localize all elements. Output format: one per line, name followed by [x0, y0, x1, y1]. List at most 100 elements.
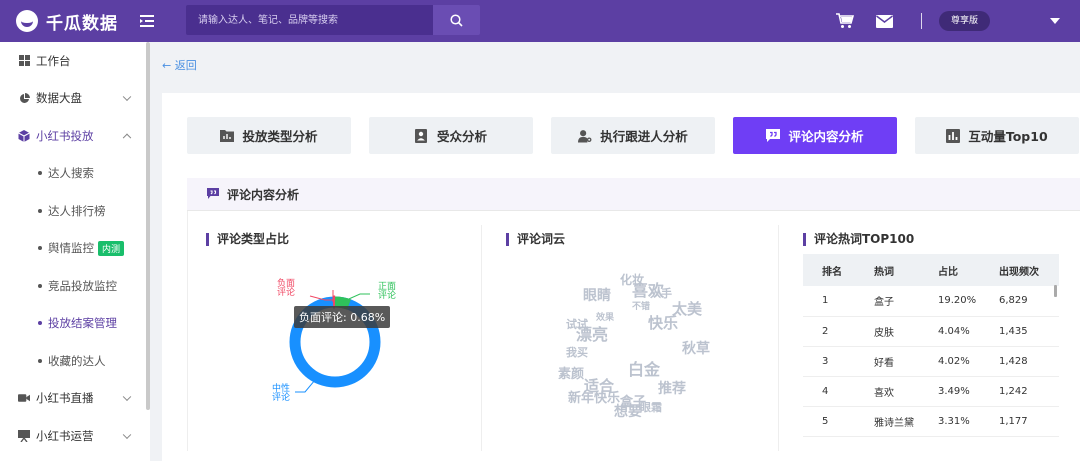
column-header[interactable]: 热词	[855, 254, 919, 286]
column-header[interactable]: 排名	[803, 254, 855, 286]
chevron-down-icon	[122, 430, 132, 439]
word-cell: 雅诗兰黛	[855, 406, 919, 437]
sidebar-item-label: 小红书运营	[36, 428, 94, 443]
cloud-word[interactable]: 白金	[628, 362, 660, 378]
sidebar: 工作台 数据大盘 小红书投放 达人搜索 达人排行榜 舆情监控 内测 竞品投放监控…	[0, 42, 150, 461]
arrow-left-icon: ←	[162, 59, 172, 72]
column-header[interactable]: 占比	[919, 254, 980, 286]
sidebar-item-label: 小红书直播	[36, 391, 94, 406]
tab-label: 互动量Top10	[968, 129, 1048, 144]
tab-executor[interactable]: 执行跟进人分析	[551, 117, 715, 154]
sidebar-sub-label: 竞品投放监控	[48, 278, 117, 293]
tab-comment-analysis[interactable]: 评论内容分析	[733, 117, 897, 154]
table-row[interactable]: 2 皮肤 4.04% 1,435	[803, 316, 1059, 347]
cloud-word[interactable]: 秋草	[682, 342, 710, 356]
tab-placement-type[interactable]: 投放类型分析	[187, 117, 351, 154]
cloud-word[interactable]: 漂亮	[576, 327, 608, 343]
cloud-word[interactable]: 效果	[596, 314, 614, 323]
analysis-tabs: 投放类型分析 受众分析 执行跟进人分析 评论内容分析 互动量Top10	[187, 117, 1080, 154]
count-cell: 6,829	[980, 286, 1059, 317]
sidebar-sub-favorites[interactable]: 收藏的达人	[0, 342, 150, 380]
sidebar-sub-campaign-report[interactable]: 投放结案管理	[0, 305, 150, 343]
word-cloud-title: 评论词云	[506, 233, 565, 246]
cloud-word[interactable]: 不错	[632, 303, 650, 312]
section-title: 评论内容分析	[227, 187, 300, 202]
back-link[interactable]: ← 返回	[162, 57, 197, 73]
brand-logo[interactable]: 千瓜数据	[16, 9, 128, 34]
sidebar-item-label: 数据大盘	[36, 91, 82, 106]
cloud-word[interactable]: 眼睛	[583, 289, 611, 303]
sidebar-item-dashboard[interactable]: 数据大盘	[0, 80, 150, 118]
search-bar	[186, 5, 480, 35]
tab-label: 投放类型分析	[242, 129, 318, 144]
sidebar-sub-kol-search[interactable]: 达人搜索	[0, 155, 150, 193]
sidebar-sub-sentiment[interactable]: 舆情监控 内测	[0, 230, 150, 268]
sidebar-item-xhs-ads[interactable]: 小红书投放	[0, 117, 150, 155]
sidebar-item-workbench[interactable]: 工作台	[0, 42, 150, 80]
menu-toggle-icon[interactable]	[137, 12, 157, 31]
sidebar-sub-competitor[interactable]: 竞品投放监控	[0, 267, 150, 305]
cloud-word[interactable]: 入手	[650, 288, 672, 299]
table-scrollbar[interactable]	[1054, 285, 1057, 297]
word-cell: 皮肤	[855, 316, 919, 347]
bullet-icon	[38, 246, 42, 251]
bullet-icon	[38, 358, 42, 363]
sidebar-item-xhs-live[interactable]: 小红书直播	[0, 380, 150, 418]
donut-tooltip: 负面评论: 0.68%	[294, 306, 391, 328]
bullet-icon	[38, 171, 42, 176]
rank-cell: 3	[803, 346, 855, 377]
mail-icon[interactable]	[873, 9, 897, 33]
table-row[interactable]: 1 盒子 19.20% 6,829	[803, 286, 1059, 317]
cloud-word[interactable]: 想要	[614, 405, 642, 419]
bullet-icon	[38, 208, 42, 213]
positive-slice[interactable]	[334, 296, 351, 310]
sidebar-sub-kol-ranking[interactable]: 达人排行榜	[0, 192, 150, 230]
vip-badge[interactable]: 尊享版	[938, 11, 990, 31]
cloud-word[interactable]: 眼霜	[640, 402, 662, 413]
comment-quote-icon	[766, 128, 781, 143]
cart-icon[interactable]	[833, 9, 857, 33]
tab-top10[interactable]: 互动量Top10	[915, 117, 1079, 154]
search-input[interactable]	[186, 5, 433, 35]
ratio-cell: 4.02%	[919, 346, 980, 377]
count-cell: 1,435	[980, 316, 1059, 347]
person-card-icon	[414, 128, 429, 143]
logo-mark-icon	[16, 10, 38, 32]
cloud-word[interactable]: 推荐	[658, 382, 686, 396]
word-cell: 盒子	[855, 286, 919, 317]
negative-label: 负面评论	[276, 279, 295, 298]
count-cell: 1,428	[980, 346, 1059, 377]
user-gear-icon	[578, 129, 592, 143]
chevron-down-icon	[122, 92, 132, 102]
tab-label: 受众分析	[436, 129, 487, 144]
grid-icon	[18, 55, 30, 67]
presentation-icon	[18, 429, 30, 442]
sidebar-scrollbar[interactable]	[146, 42, 150, 410]
table-row[interactable]: 4 喜欢 3.49% 1,242	[803, 376, 1059, 407]
sidebar-item-label: 工作台	[36, 53, 71, 68]
count-cell: 1,177	[980, 406, 1059, 437]
bar-chart-icon	[946, 128, 961, 143]
table-row[interactable]: 5 雅诗兰黛 3.31% 1,177	[803, 406, 1059, 437]
tab-label: 评论内容分析	[788, 129, 864, 144]
search-button[interactable]	[433, 5, 480, 35]
table-header-row: 排名 热词 占比 出现频次	[803, 254, 1059, 286]
user-menu-caret-icon[interactable]	[1050, 18, 1060, 24]
tab-audience[interactable]: 受众分析	[369, 117, 533, 154]
sidebar-sub-label: 收藏的达人	[48, 353, 106, 368]
sidebar-sub-label: 投放结案管理	[48, 316, 117, 331]
sidebar-sub-label: 达人排行榜	[48, 203, 106, 218]
card-divider	[778, 225, 779, 451]
cloud-word[interactable]: 新年快乐	[568, 392, 620, 405]
column-header[interactable]: 出现频次	[980, 254, 1059, 286]
neutral-leader-line	[295, 379, 316, 393]
table-row[interactable]: 3 好看 4.02% 1,428	[803, 346, 1059, 377]
cloud-word[interactable]: 我买	[566, 347, 588, 358]
hot-words-table: 排名 热词 占比 出现频次 1 盒子 19.20% 6,829 2 皮肤 4.0…	[803, 254, 1059, 437]
hot-words-title: 评论热词TOP100	[803, 233, 914, 246]
ratio-cell: 4.04%	[919, 316, 980, 347]
cloud-word[interactable]: 快乐	[648, 316, 678, 331]
sidebar-item-xhs-ops[interactable]: 小红书运营	[0, 417, 150, 455]
sidebar-item-label: 小红书投放	[36, 128, 94, 143]
cloud-word[interactable]: 素颜	[558, 368, 584, 381]
